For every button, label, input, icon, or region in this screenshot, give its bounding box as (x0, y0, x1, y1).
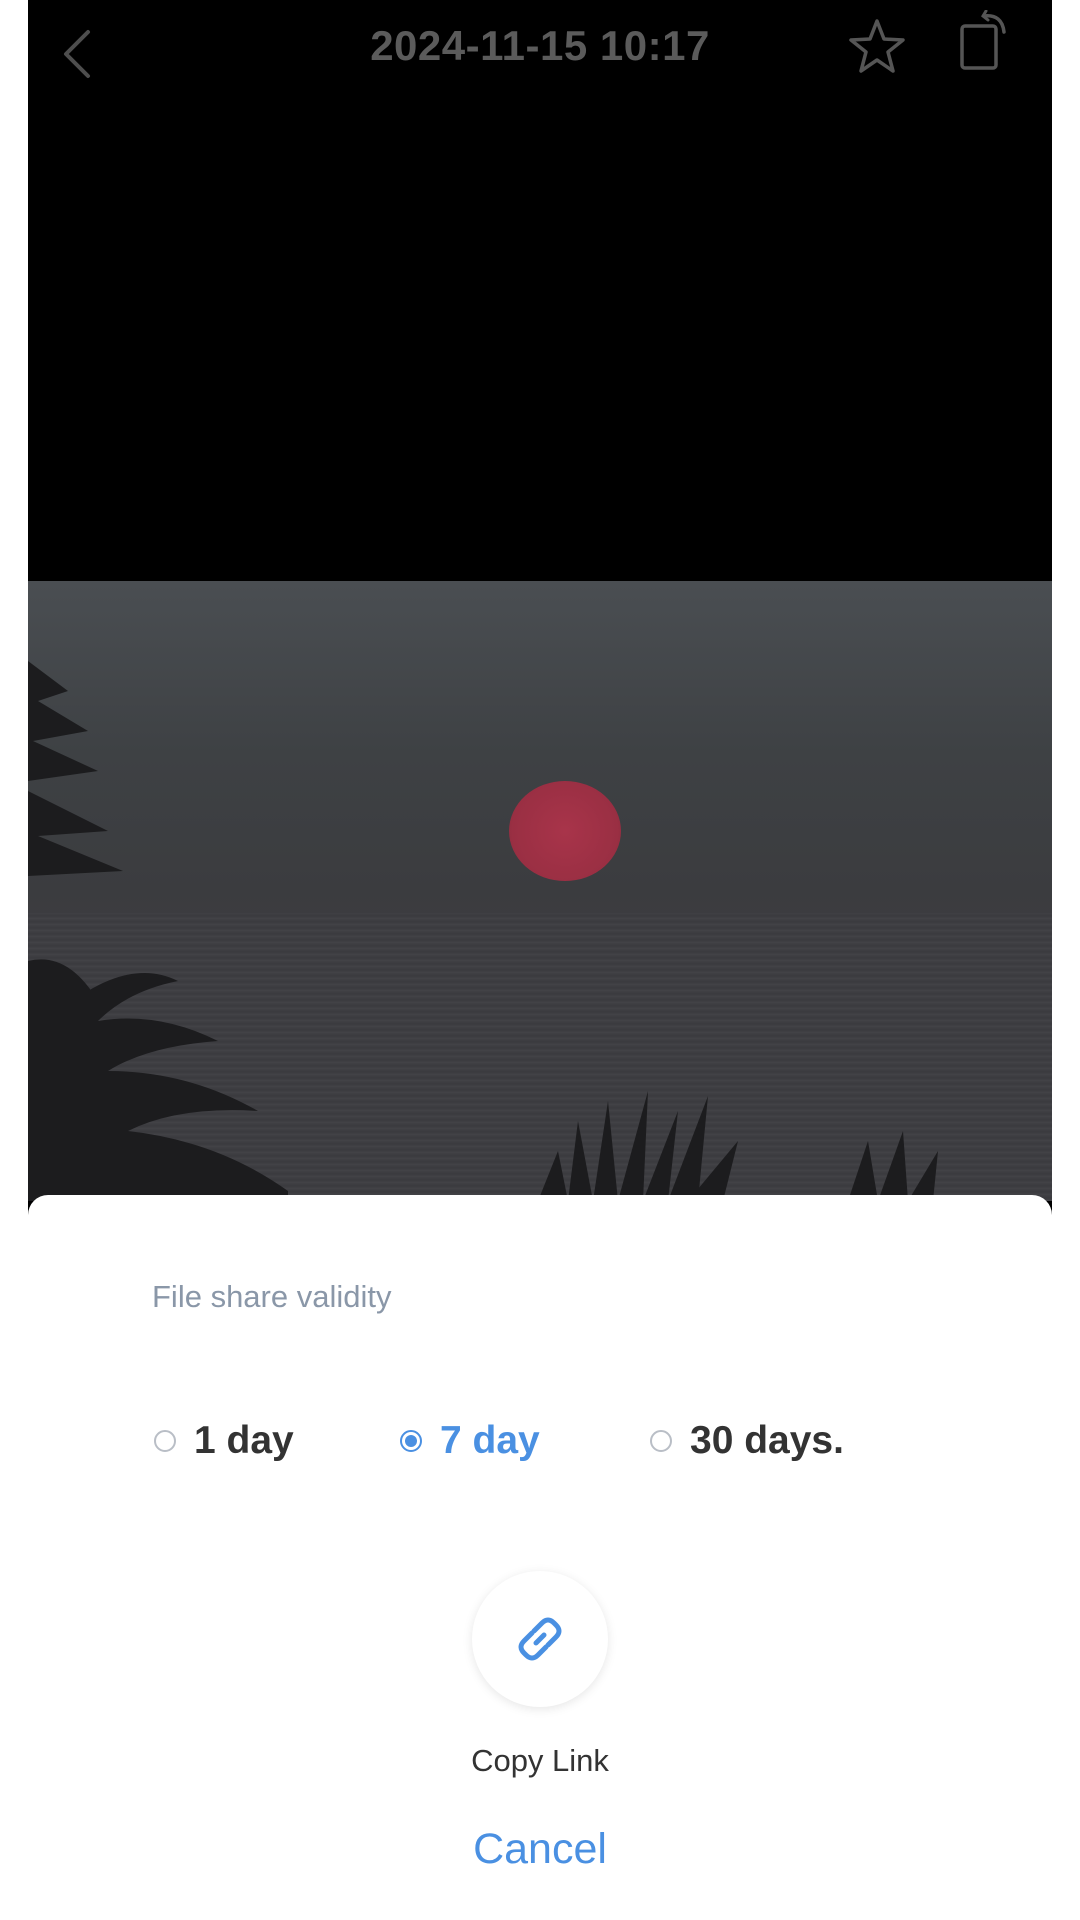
share-validity-label: File share validity (152, 1279, 392, 1314)
sun (509, 781, 621, 881)
palm-silhouette-center (538, 1091, 738, 1201)
radio-button[interactable] (154, 1430, 176, 1452)
copy-link-button[interactable] (472, 1571, 608, 1707)
rotate-button[interactable] (958, 9, 1008, 72)
sunset-photo[interactable] (28, 581, 1052, 1201)
radio-button[interactable] (650, 1430, 672, 1452)
palm-silhouette-left (28, 661, 288, 1201)
option-label: 1 day (194, 1419, 294, 1462)
option-label: 7 day (440, 1419, 540, 1462)
copy-link-label: Copy Link (471, 1743, 609, 1778)
rotate-icon (960, 9, 1006, 70)
cancel-button[interactable]: Cancel (28, 1825, 1052, 1874)
top-bar: 2024-11-15 10:17 (28, 0, 1052, 100)
photo-viewer: 2024-11-15 10:17 File share validity 1 d… (28, 0, 1052, 1920)
option-7-day[interactable]: 7 day (400, 1413, 540, 1469)
link-icon (518, 1617, 562, 1661)
option-30-days[interactable]: 30 days. (650, 1413, 844, 1469)
favorite-button[interactable] (846, 16, 908, 78)
palm-silhouette-right (848, 1131, 938, 1201)
option-1-day[interactable]: 1 day (154, 1413, 294, 1469)
share-bottom-sheet: File share validity 1 day 7 day 30 days.… (28, 1195, 1052, 1920)
star-icon (849, 19, 905, 73)
radio-button-selected[interactable] (400, 1430, 422, 1452)
option-label: 30 days. (690, 1419, 844, 1462)
